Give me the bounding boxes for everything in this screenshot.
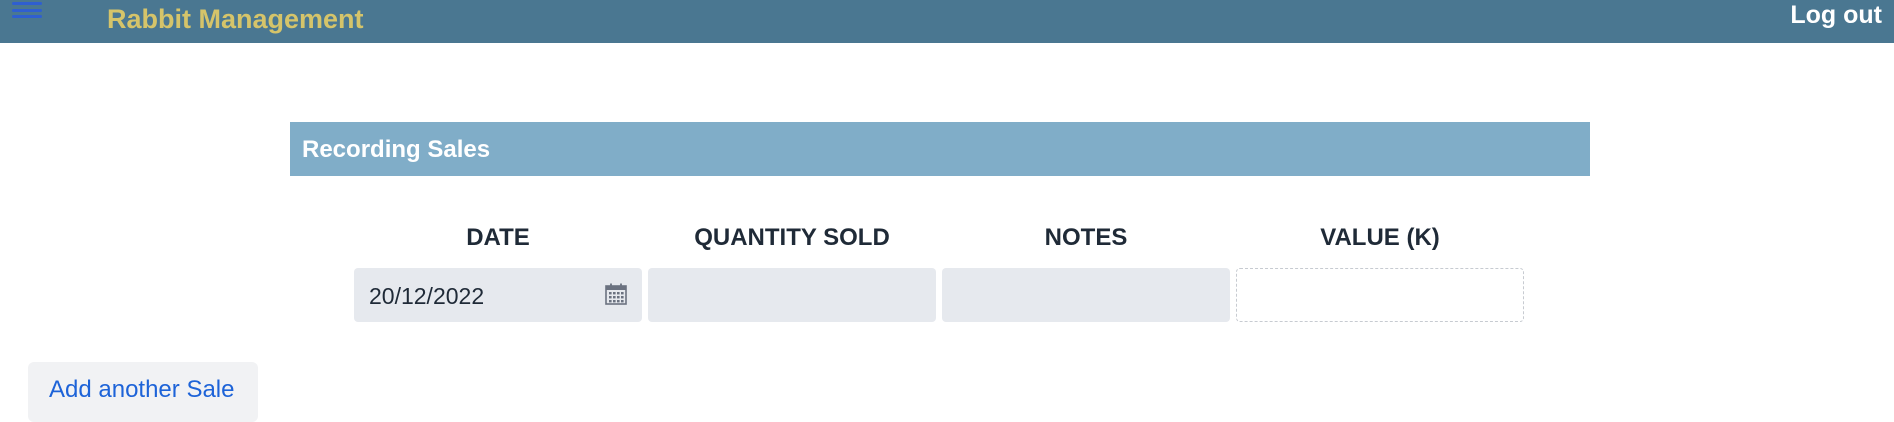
column-header-quantity-sold: QUANTITY SOLD (694, 224, 890, 251)
hamburger-menu-icon[interactable] (12, 2, 42, 18)
logout-link[interactable]: Log out (1790, 1, 1882, 30)
add-another-sale-label: Add another Sale (49, 376, 235, 403)
quantity-sold-input[interactable] (648, 268, 936, 322)
add-another-sale-button[interactable]: Add another Sale (28, 362, 258, 422)
menu-line (12, 8, 42, 12)
top-navigation-bar: Rabbit Management Log out (0, 0, 1894, 43)
menu-line (12, 2, 42, 5)
date-field[interactable]: 20/12/2022 (354, 268, 642, 322)
calendar-icon[interactable] (605, 283, 627, 305)
column-header-notes: NOTES (1044, 224, 1128, 251)
date-value: 20/12/2022 (369, 283, 485, 309)
column-header-date: DATE (466, 224, 530, 251)
section-title: Recording Sales (302, 136, 491, 163)
section-header: Recording Sales (290, 122, 1590, 176)
value-k-input[interactable] (1236, 268, 1524, 322)
app-title: Rabbit Management (107, 4, 364, 34)
column-header-value: VALUE (K) (1320, 224, 1440, 251)
notes-input[interactable] (942, 268, 1230, 322)
menu-line (12, 15, 42, 18)
